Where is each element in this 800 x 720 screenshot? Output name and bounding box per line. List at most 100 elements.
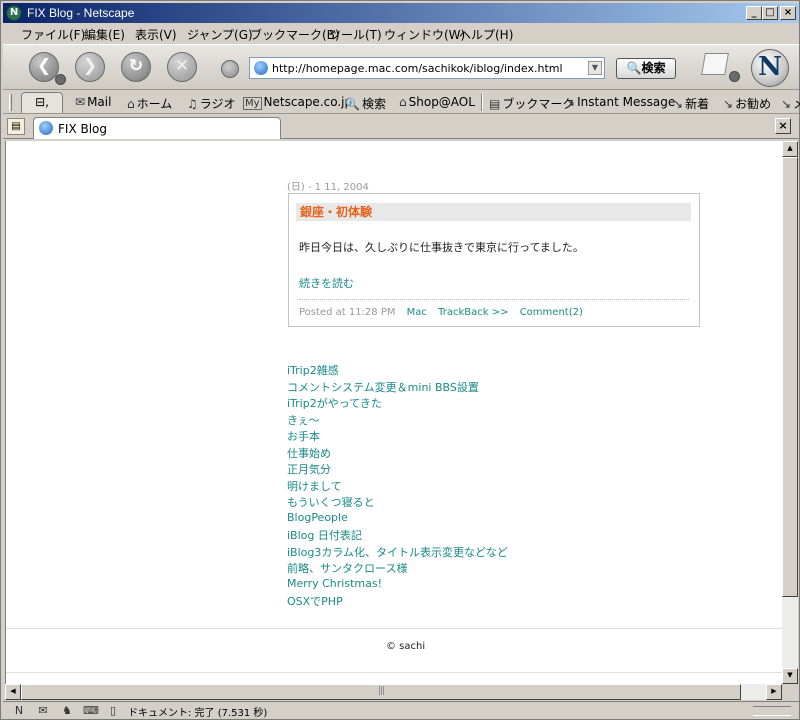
personal-item-overflow[interactable]: ↘ メ <box>781 95 800 112</box>
posted-time: Posted at 11:28 PM <box>299 307 396 318</box>
site-globe-icon <box>254 61 268 75</box>
navigator-icon[interactable]: N <box>11 704 27 718</box>
recent-entry-link[interactable]: Merry Christmas! <box>287 577 508 594</box>
recent-entry-link[interactable]: 仕事始め <box>287 445 508 462</box>
address-book-icon[interactable]: ▯ <box>105 704 121 718</box>
composer-icon[interactable]: ⌨ <box>83 704 99 718</box>
maximize-button[interactable]: □ <box>762 6 778 20</box>
footer-divider <box>6 672 782 673</box>
personal-item-instant-message[interactable]: ↘ Instant Message <box>565 95 675 109</box>
bookmark-link-icon: ↘ <box>723 97 734 111</box>
mail-icon: ✉ <box>75 95 86 109</box>
personal-item-bookmarks[interactable]: ▤ ブックマーク <box>489 95 574 112</box>
search-button[interactable]: 🔍検索 <box>616 58 676 79</box>
scrollbar-corner <box>782 684 798 700</box>
menu-view[interactable]: 表示(V) <box>135 26 177 43</box>
my-netscape-icon: My <box>243 97 262 110</box>
vertical-scroll-thumb[interactable] <box>782 157 798 597</box>
vertical-scrollbar[interactable]: ▲ ▼ <box>782 141 798 684</box>
menu-go[interactable]: ジャンプ(G) <box>187 26 253 43</box>
menu-tools[interactable]: ツール(T) <box>329 26 382 43</box>
entry-footer: Posted at 11:28 PM Mac TrackBack >> Comm… <box>299 307 583 318</box>
recent-entry-link[interactable]: iTrip2雑感 <box>287 362 508 379</box>
personal-item-home[interactable]: ⌂ ホーム <box>127 95 172 112</box>
recent-entry-link[interactable]: iBlog 日付表記 <box>287 527 508 544</box>
bookmark-link-icon: ↘ <box>673 97 684 111</box>
connection-status-icon <box>753 706 791 716</box>
print-dropdown[interactable] <box>729 71 740 82</box>
minimize-button[interactable]: _ <box>746 6 762 20</box>
entry-body: 昨日今日は、久しぶりに仕事抜きで東京に行ってました。 <box>299 241 584 254</box>
title-bar: N FIX Blog - Netscape _ □ × <box>3 3 799 23</box>
reload-button[interactable]: ↻ <box>121 52 151 82</box>
browser-window: N FIX Blog - Netscape _ □ × ファイル(F) 編集(E… <box>0 0 800 720</box>
netscape-app-icon[interactable]: N <box>6 5 22 21</box>
recent-entry-link[interactable]: OSXでPHP <box>287 593 508 610</box>
category-link[interactable]: Mac <box>407 307 427 318</box>
trackback-link[interactable]: TrackBack >> <box>438 307 508 318</box>
horizontal-scrollbar[interactable]: ◀ ||| ▶ <box>5 684 782 700</box>
scroll-down-button[interactable]: ▼ <box>782 668 798 684</box>
scroll-left-button[interactable]: ◀ <box>5 684 21 700</box>
page-content: (日) - 1 11, 2004 銀座・初体験 昨日今日は、久しぶりに仕事抜きで… <box>5 141 782 684</box>
forward-button[interactable]: ❯ <box>75 52 105 82</box>
address-bar[interactable]: ▼ <box>249 57 605 79</box>
mail-icon[interactable]: ✉ <box>35 704 51 718</box>
scroll-up-button[interactable]: ▲ <box>782 141 798 157</box>
sidebar-toggle-icon[interactable]: ⊟, <box>21 92 63 113</box>
close-tab-button[interactable]: × <box>775 118 791 134</box>
menu-window[interactable]: ウィンドウ(W) <box>384 26 465 43</box>
recent-entry-link[interactable]: BlogPeople <box>287 511 508 528</box>
entry-date: (日) - 1 11, 2004 <box>287 182 369 193</box>
netscape-logo[interactable]: N <box>751 49 789 87</box>
url-history-dropdown[interactable]: ▼ <box>588 61 602 75</box>
close-window-button[interactable]: × <box>780 6 796 20</box>
recent-entry-link[interactable]: 明けまして <box>287 478 508 495</box>
recent-entry-link[interactable]: コメントシステム変更＆mini BBS設置 <box>287 379 508 396</box>
personal-item-netscape-jp[interactable]: My Netscape.co.jp <box>243 95 352 110</box>
status-text: ドキュメント: 完了 (7.531 秒) <box>128 708 268 719</box>
menu-bookmarks[interactable]: ブックマーク(B) <box>250 26 340 43</box>
personal-item-mail[interactable]: ✉ Mail <box>75 95 111 109</box>
stop-button[interactable]: ✕ <box>167 52 197 82</box>
instant-message-icon[interactable]: ♞ <box>59 704 75 718</box>
bookmark-link-icon: ↘ <box>781 97 792 111</box>
menu-file[interactable]: ファイル(F) <box>21 26 85 43</box>
navigation-toolbar: ❮ ❯ ↻ ✕ ▼ 🔍検索 N <box>3 44 799 90</box>
personal-item-recommended[interactable]: ↘ お勧め <box>723 95 771 112</box>
menu-bar: ファイル(F) 編集(E) 表示(V) ジャンプ(G) ブックマーク(B) ツー… <box>3 24 799 43</box>
shop-icon: ⌂ <box>399 95 407 109</box>
new-tab-icon[interactable]: ▤ <box>7 118 25 135</box>
recent-entry-link[interactable]: iTrip2がやってきた <box>287 395 508 412</box>
horizontal-scroll-thumb[interactable]: ||| <box>21 684 741 700</box>
recent-entry-link[interactable]: 正月気分 <box>287 461 508 478</box>
recent-entry-link[interactable]: 前略、サンタクロース様 <box>287 560 508 577</box>
url-input[interactable] <box>272 60 582 76</box>
back-history-dropdown[interactable] <box>55 74 66 85</box>
menu-edit[interactable]: 編集(E) <box>84 26 125 43</box>
copyright-text: © sachi <box>386 641 426 652</box>
menu-help[interactable]: ヘルプ(H) <box>459 26 513 43</box>
status-bar: N ✉ ♞ ⌨ ▯ ドキュメント: 完了 (7.531 秒) <box>3 701 799 719</box>
recent-entries-list: iTrip2雑感 コメントシステム変更＆mini BBS設置 iTrip2がやっ… <box>287 362 508 610</box>
personal-item-new[interactable]: ↘ 新着 <box>673 95 709 112</box>
magnifier-icon: 🔍 <box>345 97 360 111</box>
read-more-link[interactable]: 続きを読む <box>299 275 354 291</box>
toolbar-grip[interactable] <box>9 94 12 111</box>
recent-entry-link[interactable]: もういくつ寝ると <box>287 494 508 511</box>
scroll-right-button[interactable]: ▶ <box>766 684 782 700</box>
comments-link[interactable]: Comment(2) <box>520 307 583 318</box>
personal-item-radio[interactable]: ♫ ラジオ <box>187 95 236 112</box>
blog-entry: 銀座・初体験 昨日今日は、久しぶりに仕事抜きで東京に行ってました。 続きを読む … <box>288 193 700 327</box>
recent-entry-link[interactable]: きぇ〜 <box>287 412 508 429</box>
recent-entry-link[interactable]: お手本 <box>287 428 508 445</box>
tab-fix-blog[interactable]: FIX Blog <box>33 117 281 139</box>
print-icon[interactable] <box>701 53 729 75</box>
footer-divider <box>6 628 782 629</box>
headphones-icon: ♫ <box>187 97 198 111</box>
site-globe-icon <box>39 121 53 135</box>
go-icon[interactable] <box>221 60 239 78</box>
personal-item-search[interactable]: 🔍 検索 <box>345 95 386 112</box>
personal-item-shop-aol[interactable]: ⌂ Shop@AOL <box>399 95 475 109</box>
recent-entry-link[interactable]: iBlog3カラム化、タイトル表示変更などなど <box>287 544 508 561</box>
